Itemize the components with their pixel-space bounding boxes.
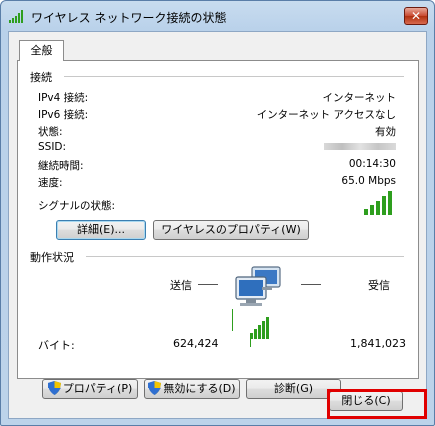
duration-label: 継続時間: xyxy=(38,160,84,172)
close-icon: ✕ xyxy=(410,9,422,23)
status-window: ワイヤレス ネットワーク接続の状態 ✕ 全般 接続 IPv4 接続: インターネ… xyxy=(0,0,435,426)
ssid-label: SSID: xyxy=(38,141,67,153)
state-value: 有効 xyxy=(375,126,396,138)
ipv4-value: インターネット xyxy=(322,92,397,104)
bytes-sent-value: 624,424 xyxy=(173,337,219,350)
window-title: ワイヤレス ネットワーク接続の状態 xyxy=(31,11,227,25)
ssid-value-obscured xyxy=(324,143,396,150)
wireless-properties-button[interactable]: ワイヤレスのプロパティ(W) xyxy=(153,220,309,240)
ipv4-label: IPv4 接続: xyxy=(38,92,89,104)
ipv6-label: IPv6 接続: xyxy=(38,109,89,121)
window-close-button[interactable]: ✕ xyxy=(404,7,428,25)
connection-divider xyxy=(64,76,404,77)
tab-general[interactable]: 全般 xyxy=(19,40,64,61)
sent-line xyxy=(198,284,218,285)
state-label: 状態: xyxy=(38,126,63,138)
title-bar[interactable]: ワイヤレス ネットワーク接続の状態 ✕ xyxy=(1,1,434,31)
signal-strength-icon xyxy=(9,10,23,23)
ipv6-value: インターネット アクセスなし xyxy=(256,109,396,121)
activity-divider xyxy=(86,256,404,257)
uac-shield-icon xyxy=(148,381,162,395)
disable-button[interactable]: 無効にする(D) xyxy=(144,379,240,399)
properties-button[interactable]: プロパティ(P) xyxy=(42,379,138,399)
activity-heading: 動作状況 xyxy=(30,251,74,264)
bytes-received-value: 1,841,023 xyxy=(350,337,406,350)
signal-bars-icon xyxy=(364,191,392,215)
received-label: 受信 xyxy=(368,279,390,292)
disable-button-label: 無効にする(D) xyxy=(163,382,236,395)
bytes-label: バイト: xyxy=(38,339,75,352)
speed-label: 速度: xyxy=(38,177,63,189)
details-button[interactable]: 詳細(E)... xyxy=(56,220,146,240)
connection-heading: 接続 xyxy=(30,71,52,84)
received-line xyxy=(301,284,321,285)
network-computers-icon xyxy=(232,266,281,347)
speed-value: 65.0 Mbps xyxy=(341,175,396,187)
signal-label: シグナルの状態: xyxy=(38,200,116,212)
close-button-highlight xyxy=(327,389,427,419)
duration-value: 00:14:30 xyxy=(348,158,396,170)
sent-label: 送信 xyxy=(170,279,192,292)
dialog-client-area: 全般 接続 IPv4 接続: インターネット IPv6 接続: インターネット … xyxy=(8,31,427,419)
general-tab-panel: 接続 IPv4 接続: インターネット IPv6 接続: インターネット アクセ… xyxy=(17,60,419,399)
properties-button-label: プロパティ(P) xyxy=(62,382,133,395)
uac-shield-icon xyxy=(47,381,61,395)
